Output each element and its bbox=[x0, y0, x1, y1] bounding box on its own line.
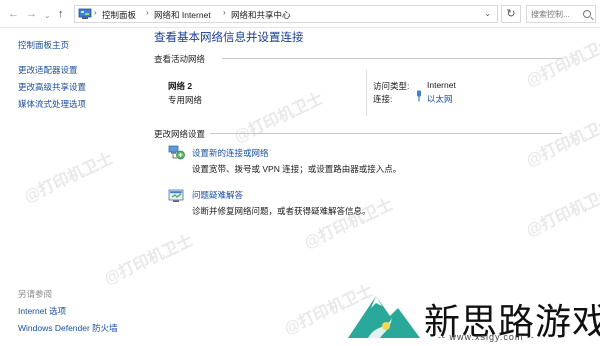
divider bbox=[222, 58, 562, 59]
refresh-button[interactable]: ↻ bbox=[501, 5, 521, 23]
divider bbox=[366, 70, 367, 116]
network-name: 网络 2 bbox=[168, 81, 193, 91]
watermark: @打印机卫士 bbox=[301, 196, 396, 253]
connections-label: 连接: bbox=[373, 94, 393, 104]
breadcrumb-separator: › bbox=[223, 8, 226, 17]
breadcrumb-network-sharing-center[interactable]: 网络和共享中心 bbox=[231, 9, 291, 21]
chevron-down-icon[interactable]: ⌄ bbox=[484, 9, 491, 18]
watermark: @打印机卫士 bbox=[231, 90, 326, 147]
setup-connection-link[interactable]: 设置新的连接或网络 bbox=[192, 147, 269, 159]
troubleshoot-link[interactable]: 问题疑难解答 bbox=[192, 189, 243, 201]
breadcrumb-separator: › bbox=[94, 8, 97, 17]
active-networks-label: 查看活动网络 bbox=[154, 54, 206, 64]
watermark: @打印机卫士 bbox=[523, 114, 600, 171]
search-icon[interactable] bbox=[583, 10, 591, 18]
search-input[interactable]: 搜索控制... bbox=[526, 5, 596, 23]
control-panel-icon bbox=[78, 8, 92, 19]
sidebar-item-advanced-sharing[interactable]: 更改高级共享设置 bbox=[18, 81, 86, 93]
address-bar: ← → ⌄ ↑ › 控制面板 › 网络和 Internet › 网络和共享中心 … bbox=[0, 0, 600, 28]
see-also-internet-options[interactable]: Internet 选项 bbox=[18, 305, 66, 317]
page-title: 查看基本网络信息并设置连接 bbox=[154, 32, 304, 44]
breadcrumb-network-internet[interactable]: 网络和 Internet bbox=[154, 9, 211, 21]
refresh-icon: ↻ bbox=[506, 8, 516, 20]
troubleshoot-icon bbox=[168, 189, 184, 202]
chevron-down-icon[interactable]: ⌄ bbox=[44, 8, 51, 24]
breadcrumb-separator: › bbox=[146, 8, 149, 17]
watermark: @打印机卫士 bbox=[101, 232, 196, 289]
arrow-left-icon[interactable]: ← bbox=[8, 6, 19, 22]
watermark: @打印机卫士 bbox=[21, 150, 116, 207]
sidebar-item-control-panel-home[interactable]: 控制面板主页 bbox=[18, 39, 69, 51]
access-type-label: 访问类型: bbox=[373, 81, 410, 91]
arrow-right-icon[interactable]: → bbox=[26, 6, 37, 22]
see-also-defender-firewall[interactable]: Windows Defender 防火墙 bbox=[18, 322, 118, 334]
arrow-up-icon[interactable]: ↑ bbox=[58, 6, 64, 22]
search-placeholder: 搜索控制... bbox=[531, 10, 570, 19]
network-setup-icon bbox=[168, 145, 185, 160]
see-also-header: 另请参阅 bbox=[18, 289, 53, 299]
address-field[interactable]: › 控制面板 › 网络和 Internet › 网络和共享中心 ⌄ bbox=[74, 5, 498, 23]
logo-url: -- www.xslgy.com -- bbox=[438, 332, 535, 342]
mountain-logo-icon bbox=[348, 296, 420, 338]
ethernet-plug-icon bbox=[417, 90, 421, 102]
watermark: @打印机卫士 bbox=[523, 34, 600, 91]
sidebar-item-media-streaming[interactable]: 媒体流式处理选项 bbox=[18, 98, 86, 110]
setup-connection-description: 设置宽带、拨号或 VPN 连接；或设置路由器或接入点。 bbox=[192, 164, 402, 174]
sidebar-item-adapter-settings[interactable]: 更改适配器设置 bbox=[18, 64, 78, 76]
access-type-value: Internet bbox=[427, 80, 456, 90]
watermark: @打印机卫士 bbox=[523, 184, 600, 241]
change-settings-label: 更改网络设置 bbox=[154, 129, 206, 139]
network-type: 专用网络 bbox=[168, 95, 203, 105]
breadcrumb-control-panel[interactable]: 控制面板 bbox=[102, 9, 136, 21]
connection-ethernet-link[interactable]: 以太网 bbox=[427, 93, 453, 105]
